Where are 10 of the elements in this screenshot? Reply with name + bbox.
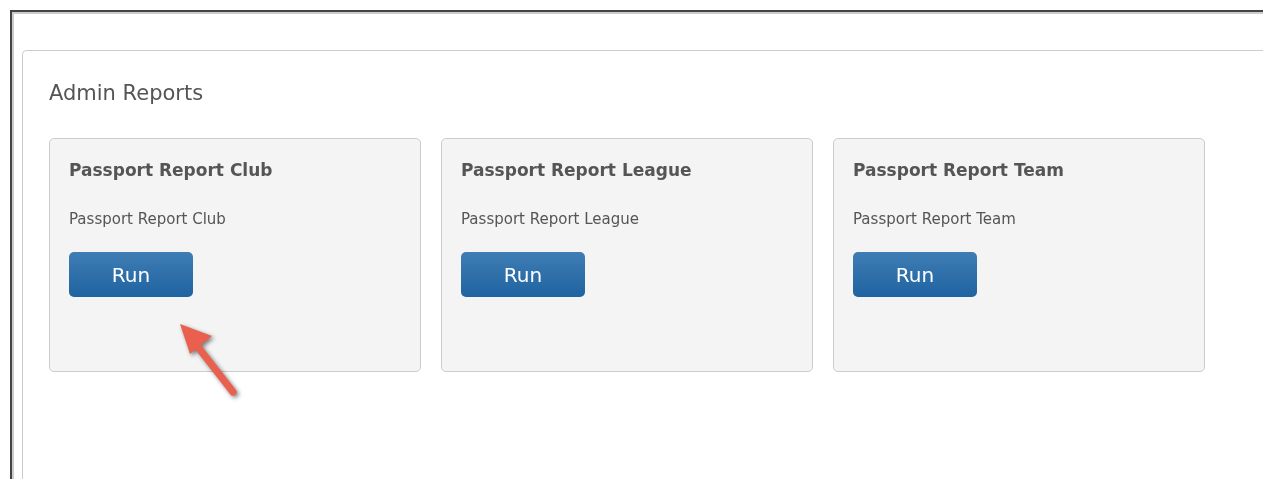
report-description: Passport Report Team	[853, 210, 1017, 228]
report-title: Passport Report Team	[853, 160, 1065, 180]
panel-title: Admin Reports	[49, 81, 205, 105]
report-description: Passport Report League	[461, 210, 640, 228]
run-button[interactable]: Run	[69, 252, 193, 297]
run-button[interactable]: Run	[461, 252, 585, 297]
report-title: Passport Report League	[461, 160, 693, 180]
report-title: Passport Report Club	[69, 160, 274, 180]
run-button[interactable]: Run	[853, 252, 977, 297]
report-description: Passport Report Club	[69, 210, 227, 228]
